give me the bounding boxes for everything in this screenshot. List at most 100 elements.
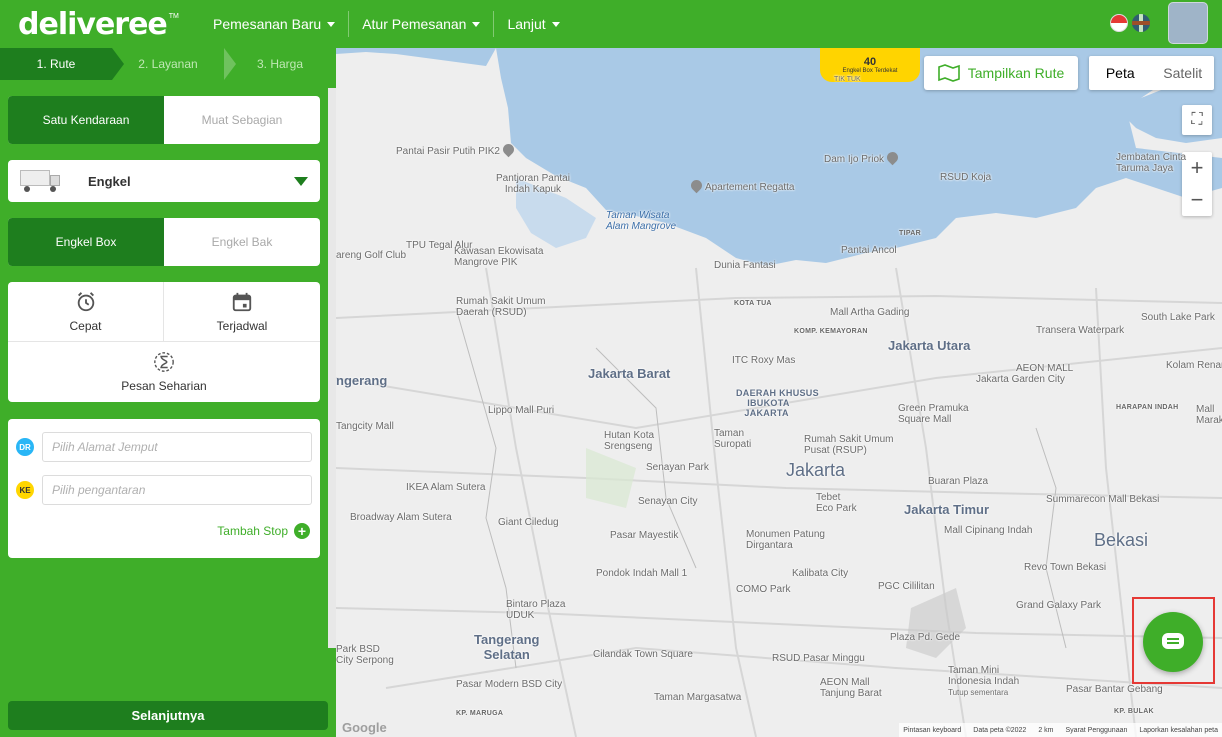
map-label: Giant Ciledug [498, 517, 559, 528]
zoom-control: + − [1182, 152, 1212, 216]
show-route-button[interactable]: Tampilkan Rute [924, 56, 1078, 90]
scale-label: 2 km [1038, 726, 1054, 734]
option-cepat[interactable]: Cepat [8, 282, 164, 342]
map-label: Lippo Mall Puri [488, 405, 555, 416]
map-label: Taman Margasatwa [654, 692, 742, 703]
map-label: Mall Marak [1196, 404, 1222, 426]
vehicle-select[interactable]: Engkel [8, 160, 320, 202]
map-label: Mall Artha Gading [830, 307, 910, 318]
dropdown-arrow-icon [294, 176, 308, 186]
zoom-in-icon[interactable]: + [1191, 152, 1204, 184]
option-engkel-box[interactable]: Engkel Box [8, 218, 164, 266]
nav-atur-pemesanan[interactable]: Atur Pemesanan [349, 11, 495, 37]
add-stop-button[interactable]: Tambah Stop + [217, 523, 310, 539]
option-engkel-bak[interactable]: Engkel Bak [164, 218, 320, 266]
map-label: IKEA Alam Sutera [406, 482, 486, 493]
sidebar-scrollbar[interactable] [328, 88, 336, 648]
option-pesan-seharian[interactable]: Pesan Seharian [8, 342, 320, 402]
nav-label: Lanjut [507, 16, 546, 32]
map-label: KP. BULAK [1114, 708, 1154, 715]
map-label: Buaran Plaza [928, 476, 989, 487]
region-label: Jakarta Utara [888, 338, 971, 353]
booking-mode-toggle: Satu Kendaraan Muat Sebagian [8, 96, 320, 144]
indonesia-flag-icon[interactable] [1110, 14, 1128, 32]
hourglass-icon [154, 352, 174, 372]
map-label: Dam Ijo Priok [824, 149, 901, 166]
map-label: Jembatan Cinta Taruma Jaya [1116, 152, 1187, 174]
logo-tm: TM [168, 12, 179, 20]
pickup-address-input[interactable] [42, 432, 312, 462]
chat-button[interactable] [1143, 612, 1203, 672]
nav-pemesanan-baru[interactable]: Pemesanan Baru [200, 11, 350, 37]
report-error-link[interactable]: Laporkan kesalahan peta [1139, 727, 1218, 734]
map-label: Senayan City [638, 496, 698, 507]
main-nav: Pemesanan Baru Atur Pemesanan Lanjut [200, 0, 573, 48]
region-label: DAERAH KHUSUS IBUKOTA JAKARTA [736, 388, 819, 418]
map-label: Tebet Eco Park [816, 492, 857, 514]
map-label: Cilandak Town Square [593, 649, 693, 660]
vehicle-name: Engkel [88, 173, 131, 189]
keyboard-shortcuts-link[interactable]: Pintasan keyboard [903, 727, 961, 734]
booking-sidebar: 1. Rute 2. Layanan 3. Harga Satu Kendara… [0, 48, 336, 737]
map-label: Apartement Regatta [688, 177, 795, 194]
google-logo: Google [342, 720, 387, 735]
map-label: Jakarta Garden City [976, 374, 1065, 385]
option-muat-sebagian[interactable]: Muat Sebagian [164, 96, 320, 144]
map-label: Green Pramuka Square Mall [898, 403, 969, 425]
next-button[interactable]: Selanjutnya [8, 701, 328, 730]
map-label: AEON Mall Tanjung Barat [820, 677, 882, 699]
map-label: Rumah Sakit Umum Pusat (RSUP) [804, 434, 894, 456]
map-label: TIPAR [899, 230, 921, 237]
logo-text: deliveree [18, 6, 168, 42]
logo[interactable]: deliveree TM [0, 0, 200, 48]
nav-label: Atur Pemesanan [362, 16, 467, 32]
map-label: RSUD Koja [940, 172, 992, 183]
map-type-satelit[interactable]: Satelit [1152, 56, 1215, 90]
map-label: Revo Town Bekasi [1024, 562, 1107, 573]
dropoff-address-input[interactable] [42, 475, 312, 505]
map-label: Plaza Pd. Gede [890, 632, 961, 643]
map-label: Pantai Ancol [841, 245, 897, 256]
add-stop-label: Tambah Stop [217, 524, 288, 538]
step-rute[interactable]: 1. Rute [0, 48, 124, 80]
map-label: PGC Cililitan [878, 581, 935, 592]
chevron-down-icon [472, 21, 481, 27]
option-satu-kendaraan[interactable]: Satu Kendaraan [8, 96, 164, 144]
nav-lanjut[interactable]: Lanjut [494, 11, 572, 37]
step-layanan[interactable]: 2. Layanan [112, 48, 224, 80]
alarm-clock-icon [77, 291, 94, 311]
map-label: Pasar Modern BSD City [456, 679, 563, 690]
address-panel: DR KE Tambah Stop + [8, 419, 320, 558]
map-type-peta[interactable]: Peta [1089, 56, 1152, 90]
map-label: KP. MARUGA [456, 710, 504, 717]
zoom-out-icon[interactable]: − [1191, 184, 1204, 216]
map-label: Monumen Patung Dirgantara [746, 529, 825, 551]
region-label: Jakarta Timur [904, 502, 990, 517]
terms-link[interactable]: Syarat Penggunaan [1065, 727, 1127, 734]
pickup-row: DR [16, 431, 312, 463]
map-label: Pondok Indah Mall 1 [596, 568, 688, 579]
map-label: Park BSD City Serpong [336, 644, 394, 666]
map-label: TIK TUK [834, 76, 861, 83]
chat-icon [1162, 633, 1184, 649]
fullscreen-icon[interactable]: ⛶ [1182, 105, 1212, 135]
map-label: Pasar Bantar Gebang [1066, 684, 1163, 695]
map-label: COMO Park [736, 584, 791, 595]
uk-flag-icon[interactable] [1132, 14, 1150, 32]
pickup-pin-icon: DR [16, 438, 34, 456]
map-label: KOMP. KEMAYORAN [794, 328, 868, 335]
map-label: Rumah Sakit Umum Daerah (RSUD) [456, 296, 546, 318]
step-harga[interactable]: 3. Harga [224, 48, 336, 80]
avatar[interactable] [1168, 2, 1208, 44]
city-label: Bekasi [1094, 530, 1149, 550]
map-label: areng Golf Club [336, 250, 407, 261]
option-pesan-seharian-label: Pesan Seharian [121, 379, 207, 393]
region-label: ngerang [336, 373, 388, 388]
option-terjadwal[interactable]: Terjadwal [164, 282, 320, 342]
map-label: Kawasan Ekowisata Mangrove PIK [454, 246, 544, 268]
map-label: Summarecon Mall Bekasi [1046, 494, 1160, 505]
timing-options: Cepat Terjadwal Pesan Seharian [8, 282, 320, 402]
city-label: Jakarta [786, 460, 846, 480]
map-label: Kolam Renang [1166, 360, 1222, 371]
map-view[interactable]: 40 Engkel Box Terdekat Tampilkan Rute Pe… [336, 48, 1222, 737]
